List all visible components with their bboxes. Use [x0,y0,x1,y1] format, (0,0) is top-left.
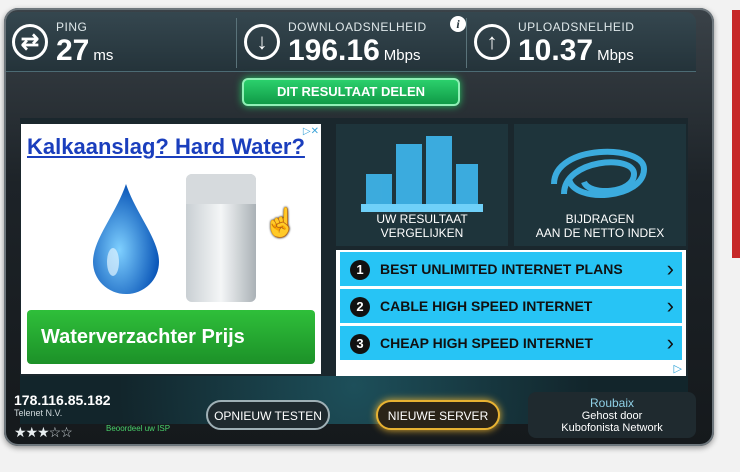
link-label: CABLE HIGH SPEED INTERNET [380,298,593,314]
isp-name: Telenet N.V. [14,408,63,418]
download-stat: ↓ DOWNLOADSNELHEID 196.16 Mbps [238,12,466,72]
isp-rating-stars[interactable]: ★★★☆☆ [14,424,73,441]
results-bar: ⇄ PING 27 ms ↓ DOWNLOADSNELHEID 196.16 Mbp… [6,12,696,72]
new-server-button[interactable]: NIEUWE SERVER [376,400,500,430]
sponsored-links: 1 BEST UNLIMITED INTERNET PLANS › 2 CABL… [336,250,686,376]
ping-arrows-icon: ⇄ [12,24,48,60]
chevron-right-icon: › [666,293,674,318]
compare-result-label: UW RESULTAAT VERGELIJKEN [336,212,508,240]
advertisement[interactable]: ▷✕ Kalkaanslag? Hard Water? Waterverzach… [21,124,321,374]
info-icon[interactable]: i [450,16,466,32]
divider [236,18,237,68]
ping-unit: ms [93,47,114,64]
adchoices-icon[interactable]: ▷✕ [303,126,319,137]
sponsored-link[interactable]: 1 BEST UNLIMITED INTERNET PLANS › [340,252,682,286]
compare-line2: VERGELIJKEN [380,226,464,240]
server-info: Roubaix Gehost door Kubofonista Network [528,392,696,438]
speedtest-page: ⇄ PING 27 ms ↓ DOWNLOADSNELHEID 196.16 Mbp… [0,0,740,472]
upload-arrow-icon: ↑ [474,24,510,60]
upload-label: UPLOADSNELHEID [518,20,635,34]
ping-value: 27 ms [56,34,113,68]
server-city: Roubaix [589,396,635,410]
adchoices-icon[interactable]: ▷ [674,362,682,375]
download-unit: Mbps [383,47,421,64]
chevron-right-icon: › [666,256,674,281]
ad-cta-button[interactable]: Waterverzachter Prijs [27,310,315,364]
rate-isp-link[interactable]: Beoordeel uw ISP [106,424,170,433]
hosted-by-label: Gehost door [581,410,643,422]
ad-headline[interactable]: Kalkaanslag? Hard Water? [27,134,305,160]
sponsored-link[interactable]: 3 CHEAP HIGH SPEED INTERNET › [340,326,682,360]
upload-value: 10.37 Mbps [518,34,634,68]
server-host: Kubofonista Network [561,422,663,434]
link-number: 1 [350,260,370,280]
water-softener-image [186,174,256,302]
pointer-hand-icon: ☝ [263,207,298,238]
contribute-line2: AAN DE NETTO INDEX [535,226,665,240]
side-banner-edge [732,10,740,258]
share-result-button[interactable]: DIT RESULTAAT DELEN [242,78,460,106]
ping-number: 27 [56,34,90,67]
compare-line1: UW RESULTAAT [376,212,468,226]
water-drop-icon [93,184,159,294]
chevron-right-icon: › [666,330,674,355]
divider [466,18,467,68]
link-number: 2 [350,297,370,317]
ip-address: 178.116.85.182 [14,392,111,408]
download-arrow-icon: ↓ [244,24,280,60]
isp-info: 178.116.85.182 Telenet N.V. ★★★☆☆ Beoord… [14,392,174,441]
upload-number: 10.37 [518,34,594,67]
contribute-line1: BIJDRAGEN [565,212,635,226]
upload-stat: ↑ UPLOADSNELHEID 10.37 Mbps [468,12,696,72]
upload-unit: Mbps [597,47,634,64]
contribute-index-label: BIJDRAGEN AAN DE NETTO INDEX [514,212,686,240]
compare-result-tile[interactable]: UW RESULTAAT VERGELIJKEN [336,124,508,246]
bar-blocks-icon [361,136,483,212]
ping-label: PING [56,20,88,34]
bottom-bar: 178.116.85.182 Telenet N.V. ★★★☆☆ Beoord… [6,392,706,440]
link-label: BEST UNLIMITED INTERNET PLANS [380,261,623,277]
download-value: 196.16 Mbps [288,34,420,68]
retest-button[interactable]: OPNIEUW TESTEN [206,400,330,430]
contribute-index-tile[interactable]: BIJDRAGEN AAN DE NETTO INDEX [514,124,686,246]
download-number: 196.16 [288,34,380,67]
download-label: DOWNLOADSNELHEID [288,20,427,34]
link-number: 3 [350,334,370,354]
link-label: CHEAP HIGH SPEED INTERNET [380,335,593,351]
sponsored-link[interactable]: 2 CABLE HIGH SPEED INTERNET › [340,289,682,323]
network-ribbon-icon [551,148,648,198]
ping-stat: ⇄ PING 27 ms [6,12,236,72]
